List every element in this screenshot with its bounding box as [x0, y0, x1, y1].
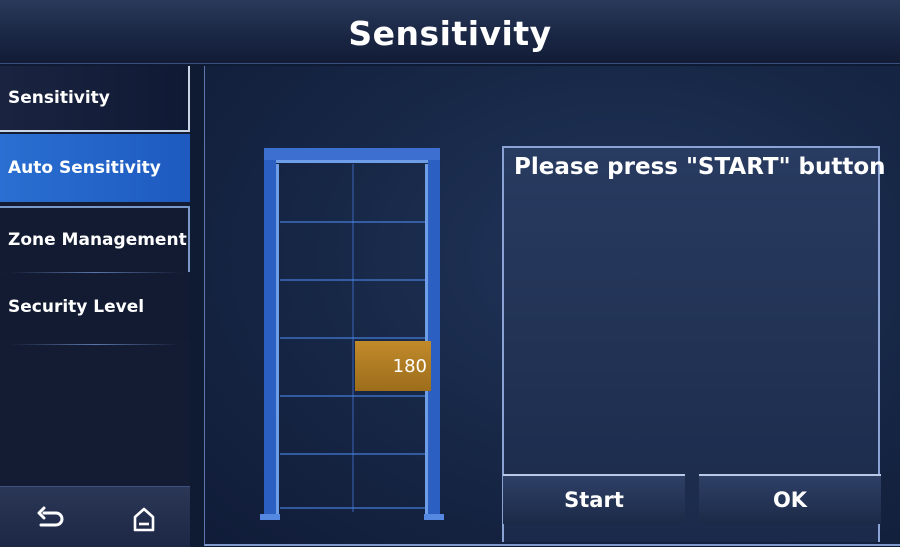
start-button-label: Start — [564, 488, 624, 512]
home-icon[interactable] — [126, 501, 162, 537]
back-icon[interactable] — [32, 501, 68, 537]
ok-button-label: OK — [772, 488, 808, 512]
sidebar-item-label: Security Level — [8, 297, 145, 317]
page-title: Sensitivity — [348, 14, 552, 53]
start-button[interactable]: Start — [503, 474, 685, 524]
bottom-nav-bar — [0, 486, 190, 547]
sensitivity-value: 180 — [392, 355, 427, 377]
sidebar-item-auto-sensitivity[interactable]: Auto Sensitivity — [0, 134, 190, 202]
main-panel: 180 Please press "START" button Start OK — [204, 66, 900, 546]
metal-detector-gate-graphic — [260, 146, 450, 526]
ok-button[interactable]: OK — [699, 474, 881, 524]
sidebar-item-label: Auto Sensitivity — [8, 158, 161, 178]
sidebar-item-sensitivity[interactable]: Sensitivity — [0, 66, 190, 132]
title-bar: Sensitivity — [0, 0, 900, 64]
sensitivity-value-badge: 180 — [355, 341, 431, 391]
sidebar-item-security-level[interactable]: Security Level — [0, 274, 190, 340]
sidebar-item-zone-management[interactable]: Zone Management — [0, 206, 190, 272]
instruction-message: Please press "START" button — [514, 154, 886, 180]
sidebar-item-label: Zone Management — [8, 230, 187, 250]
sidebar-item-label: Sensitivity — [8, 88, 110, 108]
sidebar: Sensitivity Auto Sensitivity Zone Manage… — [0, 66, 190, 547]
divider — [10, 344, 180, 345]
divider — [10, 272, 180, 273]
